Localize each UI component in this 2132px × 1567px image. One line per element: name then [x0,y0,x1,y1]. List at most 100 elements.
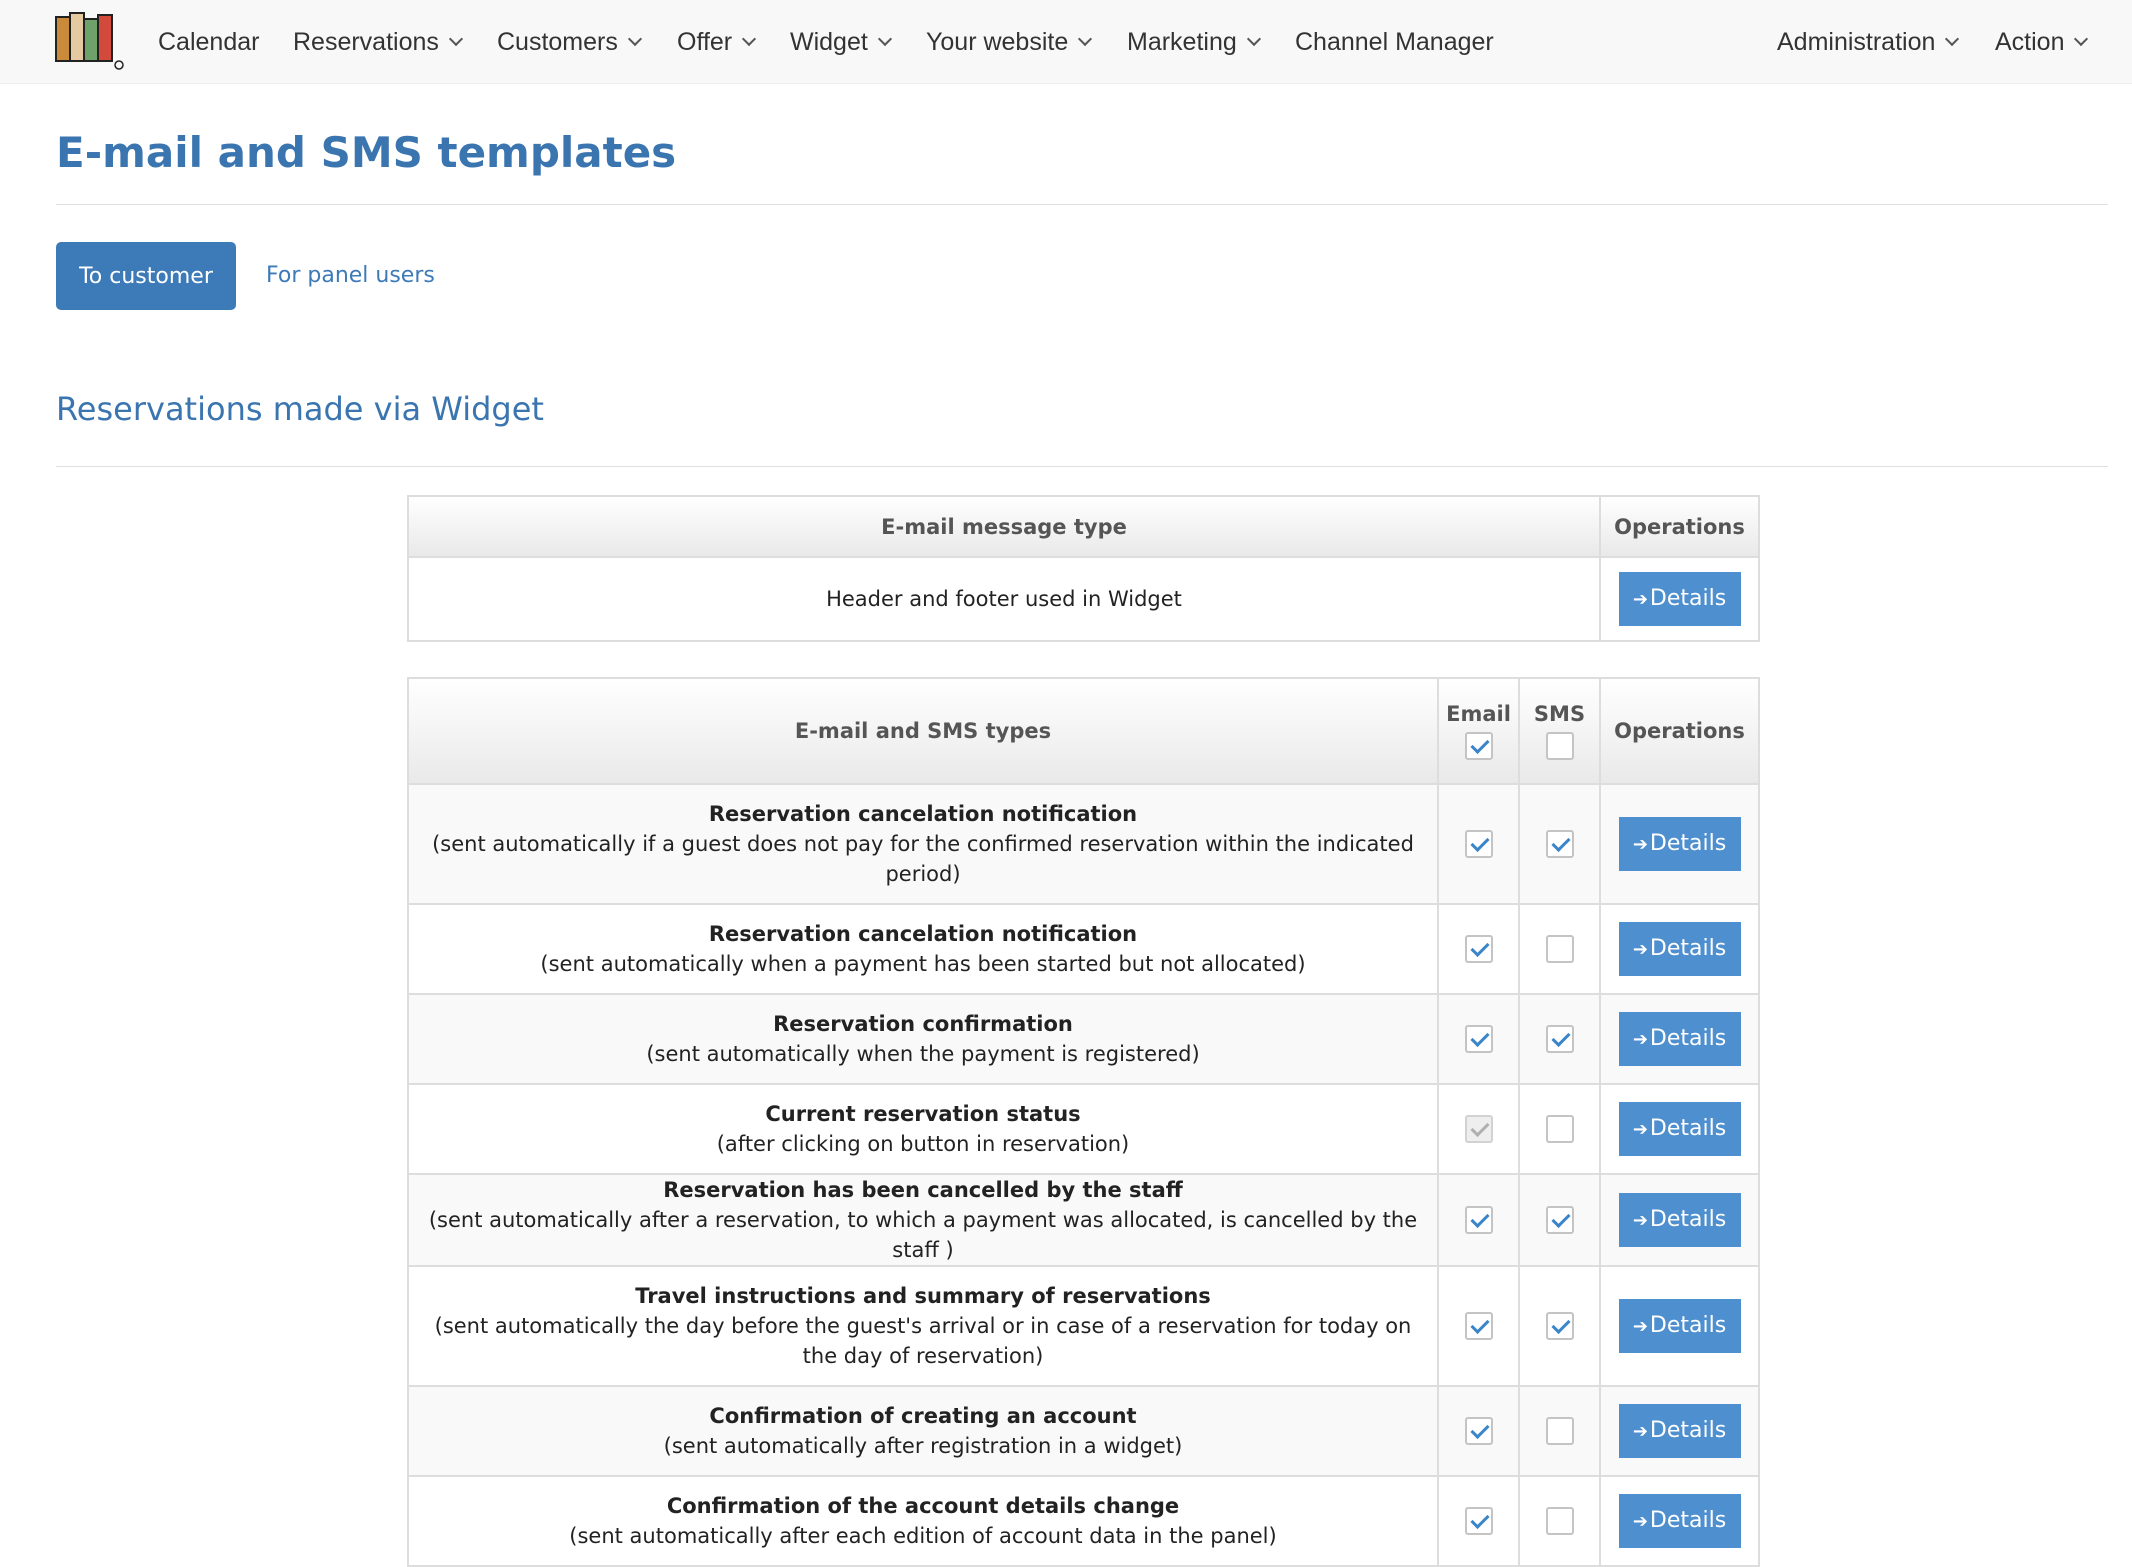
details-button[interactable]: ➔Details [1618,1193,1741,1247]
details-button[interactable]: ➔Details [1618,1012,1741,1066]
email-checkbox[interactable] [1464,1417,1493,1445]
arrow-right-icon: ➔ [1632,1511,1648,1532]
type-cell: Reservation cancelation notification (sen… [407,903,1439,995]
col-email-label: Email [1446,702,1511,726]
details-button[interactable]: ➔Details [1618,1299,1741,1353]
chevron-down-icon [448,31,463,47]
row-label: Header and footer used in Widget [407,556,1601,642]
table-row: Header and footer used in Widget ➔Detail… [407,556,1760,642]
type-cell: Current reservation status (after clickin… [407,1083,1439,1175]
operations-cell: ➔Details [1599,903,1760,995]
sms-checkbox[interactable] [1545,1206,1574,1234]
section-title: Reservations made via Widget [56,390,544,428]
nav-label: Customers [497,28,618,56]
type-title: Reservation has been cancelled by the st… [663,1178,1183,1202]
table-header-row: E-mail and SMS types Email SMS Operation… [407,677,1760,785]
details-button[interactable]: ➔Details [1618,572,1741,626]
tab-for-panel-users[interactable]: For panel users [266,242,435,310]
table-row: Reservation cancelation notification (sen… [407,783,1760,905]
nav-label: Channel Manager [1295,28,1494,56]
email-checkbox[interactable] [1464,830,1493,858]
sms-cell [1518,783,1601,905]
type-description: (sent automatically after registration i… [663,1434,1183,1458]
sms-checkbox[interactable] [1545,935,1574,963]
details-button[interactable]: ➔Details [1618,922,1741,976]
nav-widget[interactable]: Widget [790,0,892,84]
nav-label: Reservations [293,28,439,56]
nav-action[interactable]: Action [1995,0,2089,84]
header-footer-table: E-mail message type Operations Header an… [407,495,1760,642]
type-cell: Reservation has been cancelled by the st… [407,1173,1439,1267]
email-cell [1437,1265,1520,1387]
type-description: (sent automatically the day before the g… [434,1314,1412,1368]
arrow-right-icon: ➔ [1632,1210,1648,1231]
table-row: Confirmation of creating an account (sent… [407,1385,1760,1477]
type-title: Reservation cancelation notification [708,922,1138,946]
email-checkbox[interactable] [1464,1507,1493,1535]
nav-label: Widget [790,28,868,56]
chevron-down-icon [1246,31,1261,47]
select-all-email-checkbox[interactable] [1464,732,1493,760]
email-checkbox[interactable] [1464,1206,1493,1234]
arrow-right-icon: ➔ [1632,1119,1648,1140]
arrow-right-icon: ➔ [1632,1421,1648,1442]
details-button[interactable]: ➔Details [1618,1404,1741,1458]
nav-offer[interactable]: Offer [677,0,757,84]
chevron-down-icon [1945,31,1960,47]
nav-customers[interactable]: Customers [497,0,642,84]
nav-label: Action [1995,28,2065,56]
col-operations: Operations [1599,495,1760,558]
sms-checkbox[interactable] [1545,1025,1574,1053]
type-description: (after clicking on button in reservation… [716,1132,1130,1156]
type-title: Reservation confirmation [773,1012,1073,1036]
select-all-sms-checkbox[interactable] [1545,732,1574,760]
type-title: Travel instructions and summary of reser… [635,1284,1211,1308]
email-checkbox [1464,1115,1493,1143]
table-row: Reservation confirmation (sent automatica… [407,993,1760,1085]
sms-checkbox[interactable] [1545,1115,1574,1143]
operations-cell: ➔Details [1599,1385,1760,1477]
chevron-down-icon [877,31,892,47]
table-row: Confirmation of the account details chan… [407,1475,1760,1567]
title-divider [56,204,2108,205]
nav-marketing[interactable]: Marketing [1127,0,1261,84]
type-cell: Travel instructions and summary of reser… [407,1265,1439,1387]
sms-checkbox[interactable] [1545,1507,1574,1535]
nav-your-website[interactable]: Your website [926,0,1093,84]
type-title: Confirmation of creating an account [709,1404,1137,1428]
sms-cell [1518,1475,1601,1567]
table-row: Current reservation status (after clickin… [407,1083,1760,1175]
app-logo-icon[interactable] [54,11,126,71]
nav-label: Administration [1777,28,1936,56]
nav-reservations[interactable]: Reservations [293,0,463,84]
page-title: E-mail and SMS templates [56,128,677,177]
email-checkbox[interactable] [1464,1312,1493,1340]
sms-cell [1518,1173,1601,1267]
email-cell [1437,1173,1520,1267]
col-sms-label: SMS [1533,702,1586,726]
type-cell: Confirmation of the account details chan… [407,1475,1439,1567]
sms-checkbox[interactable] [1545,1417,1574,1445]
arrow-right-icon: ➔ [1632,939,1648,960]
nav-channel-manager[interactable]: Channel Manager [1295,0,1494,84]
email-cell [1437,993,1520,1085]
top-navbar: Calendar Reservations Customers Offer Widget… [0,0,2132,84]
details-button[interactable]: ➔Details [1618,1494,1741,1548]
sms-checkbox[interactable] [1545,1312,1574,1340]
col-operations: Operations [1599,677,1760,785]
nav-administration[interactable]: Administration [1777,0,1960,84]
chevron-down-icon [627,31,642,47]
nav-calendar[interactable]: Calendar [158,0,259,84]
col-email: Email [1437,677,1520,785]
type-description: (sent automatically after each edition o… [569,1524,1277,1548]
sms-checkbox[interactable] [1545,830,1574,858]
type-cell: Reservation cancelation notification (sen… [407,783,1439,905]
nav-label: Offer [677,28,733,56]
email-cell [1437,903,1520,995]
email-checkbox[interactable] [1464,1025,1493,1053]
details-button[interactable]: ➔Details [1618,817,1741,871]
tab-to-customer[interactable]: To customer [56,242,236,310]
operations-cell: ➔Details [1599,1173,1760,1267]
details-button[interactable]: ➔Details [1618,1102,1741,1156]
email-checkbox[interactable] [1464,935,1493,963]
